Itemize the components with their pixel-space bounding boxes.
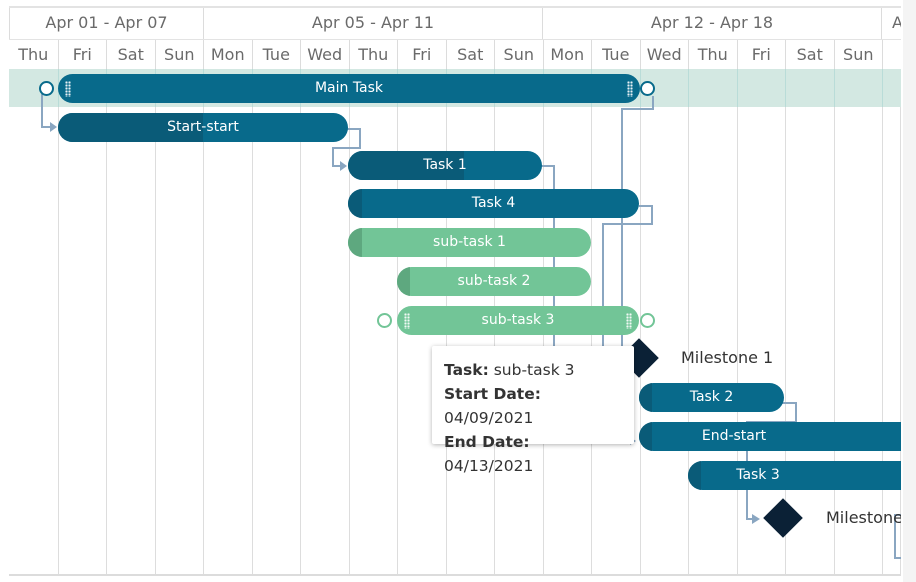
day-header: Sat [445, 40, 495, 69]
task-bar-task-1[interactable]: Task 1 [348, 151, 542, 180]
week-header: Apr 05 - Apr 11 [203, 8, 542, 39]
vertical-scrollbar[interactable] [903, 0, 916, 582]
drag-grip-right[interactable] [626, 313, 632, 329]
progress-fill [348, 189, 362, 218]
task-label: sub-task 3 [481, 312, 555, 328]
day-header: Fri [397, 40, 446, 69]
day-header: Tue [251, 40, 301, 69]
connector-handle-left[interactable] [377, 313, 392, 328]
day-header: M [882, 40, 901, 69]
task-label: sub-task 1 [433, 234, 506, 250]
task-bar-end-start[interactable]: End-start [639, 422, 901, 451]
task-label: Task 2 [689, 389, 734, 405]
day-header: Sat [106, 40, 155, 69]
connector-handle-right[interactable] [640, 81, 655, 96]
drag-grip-right[interactable] [627, 81, 633, 97]
milestone-label: Milestone [826, 508, 901, 527]
day-header: Tue [591, 40, 640, 69]
day-header: Wed [300, 40, 349, 69]
connector-main-to-startstart [41, 94, 52, 128]
task-bar-task-2[interactable]: Task 2 [639, 383, 784, 412]
day-header-row: Thu Fri Sat Sun Mon Tue Wed Thu Fri Sat Sun Mon Tue W… [9, 39, 901, 70]
task-tooltip: Task: sub-task 3 Start Date: 04/09/2021 … [432, 346, 634, 475]
task-label: Task 3 [736, 467, 780, 483]
tooltip-task-label: Task: [444, 361, 489, 379]
progress-fill [348, 228, 362, 257]
task-label: Task 1 [423, 157, 467, 173]
task-bar-task-3[interactable]: Task 3 [688, 461, 901, 490]
progress-fill [639, 422, 652, 451]
day-header: Mon [542, 40, 592, 69]
tooltip-end-label: End Date: [444, 433, 530, 451]
connector-task4-to-task2 [602, 205, 653, 359]
week-header: Apr 01 - Apr 07 [9, 8, 203, 39]
tooltip-start-value: 04/09/2021 [444, 409, 534, 427]
day-header: Thu [18, 45, 49, 64]
week-header: Apr 12 - Apr 18 [542, 8, 881, 39]
day-header: Mon [203, 40, 252, 69]
drag-grip-left[interactable] [404, 313, 410, 329]
task-bar-sub-task-3[interactable]: sub-task 3 [397, 306, 639, 335]
week-header: A [881, 8, 901, 39]
connector-handle-left[interactable] [39, 81, 54, 96]
tooltip-end-row: End Date: 04/13/2021 [444, 430, 622, 478]
gantt-chart: Apr 01 - Apr 07 Apr 05 - Apr 11 Apr 12 -… [9, 6, 901, 576]
task-bar-sub-task-2[interactable]: sub-task 2 [397, 267, 591, 296]
day-header: Thu [348, 40, 398, 69]
day-header: Thu [688, 40, 737, 69]
day-header: Sun [154, 40, 204, 69]
task-label: sub-task 2 [457, 273, 531, 289]
tooltip-task-value: sub-task 3 [493, 361, 575, 379]
tooltip-task-row: Task: sub-task 3 [444, 358, 622, 382]
task-bar-sub-task-1[interactable]: sub-task 1 [348, 228, 591, 257]
task-label: Start-start [167, 119, 239, 135]
day-header: Sun [494, 40, 543, 69]
task-label: End-start [701, 428, 767, 444]
day-header: Fri [57, 40, 107, 69]
day-header: Sun [833, 40, 883, 69]
progress-fill [688, 461, 701, 490]
task-label: Task 4 [471, 195, 516, 211]
progress-fill [397, 267, 410, 296]
gantt-body: Main Task Start-start Task 1 Task 4 sub-… [9, 69, 901, 574]
day-header: Sat [785, 40, 834, 69]
connector-arrowhead [340, 161, 347, 171]
task-bar-task-4[interactable]: Task 4 [348, 189, 639, 218]
day-header: Fri [736, 40, 786, 69]
connector-arrowhead [752, 514, 760, 524]
task-bar-start-start[interactable]: Start-start [58, 113, 348, 142]
connector-handle-right[interactable] [640, 313, 655, 328]
milestone-label: Milestone 1 [681, 348, 774, 367]
tooltip-start-row: Start Date: 04/09/2021 [444, 382, 622, 430]
tooltip-start-label: Start Date: [444, 385, 541, 403]
tooltip-end-value: 04/13/2021 [444, 457, 534, 475]
day-header: Wed [639, 40, 689, 69]
connector-arrowhead [50, 122, 57, 132]
progress-fill [639, 383, 652, 412]
drag-grip-left[interactable] [65, 81, 71, 97]
task-bar-main-task[interactable]: Main Task [58, 74, 640, 103]
task-label: Main Task [314, 80, 384, 96]
